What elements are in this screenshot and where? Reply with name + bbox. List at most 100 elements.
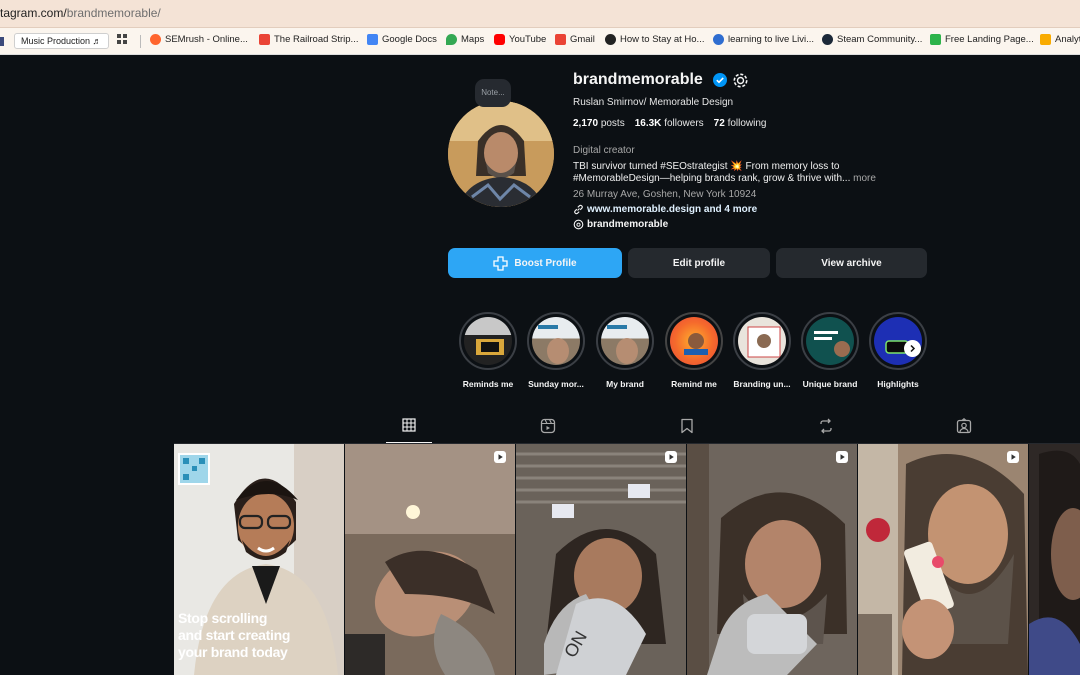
steam-icon [822, 34, 833, 45]
tagged-icon [956, 418, 972, 434]
bookmark-learning[interactable]: learning to live Livi... [713, 34, 814, 45]
bookmark-analytics[interactable]: Analyt [1040, 34, 1080, 45]
profile-avatar[interactable] [448, 101, 554, 207]
following-stat[interactable]: 72 following [714, 118, 767, 129]
edit-profile-button[interactable]: Edit profile [628, 248, 770, 278]
post-tile[interactable] [858, 444, 1028, 675]
highlight-label: Remind me [671, 379, 717, 389]
post-caption-line: your brand today [178, 644, 288, 660]
threads-icon [573, 219, 584, 230]
boost-plus-icon [493, 255, 509, 271]
highlight-cover [869, 312, 927, 370]
bookmark-edge-icon[interactable] [0, 37, 4, 46]
highlight-cover [801, 312, 859, 370]
profile-link[interactable]: www.memorable.design and 4 more [573, 204, 757, 215]
highlight-cover [527, 312, 585, 370]
post-tile[interactable] [345, 444, 515, 675]
following-count: 72 [713, 118, 725, 129]
analytics-icon [1040, 34, 1051, 45]
highlight-cover [733, 312, 791, 370]
followers-label: followers [664, 118, 704, 129]
followers-count: 16.3K [634, 118, 662, 129]
tab-reels[interactable] [525, 418, 571, 443]
reel-badge-icon [1007, 451, 1019, 463]
profile-bio-line1: TBI survivor turned #SEOstrategist 💥 Fro… [573, 161, 840, 172]
note-bubble[interactable]: Note... [475, 79, 511, 107]
followers-stat[interactable]: 16.3K followers [635, 118, 704, 129]
bookmark-maps[interactable]: Maps [446, 34, 484, 45]
tab-reposts[interactable] [803, 418, 849, 443]
post-tile[interactable]: ON [516, 444, 686, 675]
threads-link[interactable]: brandmemorable [573, 219, 668, 230]
post-tile[interactable] [687, 444, 857, 675]
highlight-thumbnail [538, 325, 569, 364]
maps-pin-icon [446, 34, 457, 45]
highlight-item[interactable]: Reminds me [458, 312, 518, 389]
profile-username: brandmemorable [573, 71, 703, 88]
highlight-item[interactable]: My brand [595, 312, 655, 389]
highlights-next-button[interactable] [904, 340, 921, 357]
bookmark-google-docs[interactable]: Google Docs [367, 34, 437, 45]
posts-label: posts [600, 118, 625, 129]
bookmark-steam[interactable]: Steam Community... [822, 34, 922, 45]
semrush-icon [150, 34, 161, 45]
bookmark-railroad[interactable]: The Railroad Strip... [259, 34, 358, 45]
bookmark-music-production[interactable]: Music Production ♬ [14, 33, 109, 49]
bookmark-how-to-stay[interactable]: How to Stay at Ho... [605, 34, 704, 45]
bookmark-youtube[interactable]: YouTube [494, 34, 546, 45]
tab-saved[interactable] [664, 418, 710, 443]
browser-address-bar[interactable]: tagram.com/brandmemorable/ [0, 0, 1080, 28]
profile-category: Digital creator [573, 145, 635, 156]
highlight-item[interactable]: Unique brand [800, 312, 860, 389]
highlight-item[interactable]: Remind me [664, 312, 724, 389]
profile-bio-line2: #MemorableDesign—helping brands rank, gr… [573, 173, 876, 184]
posts-count: 2,170 [573, 118, 599, 129]
view-archive-button[interactable]: View archive [776, 248, 927, 278]
settings-gear-icon[interactable] [732, 72, 749, 89]
bio-text: #MemorableDesign—helping brands rank, gr… [573, 173, 851, 184]
tab-tagged[interactable] [941, 418, 987, 443]
bookmark-gmail[interactable]: Gmail [555, 34, 595, 45]
boost-profile-label: Boost Profile [514, 257, 577, 269]
profile-address: 26 Murray Ave, Goshen, New York 10924 [573, 189, 757, 200]
post-tile[interactable]: Stop scrolling and start creating your b… [174, 444, 344, 675]
bookmark-separator [140, 35, 141, 48]
reels-icon [540, 418, 556, 434]
post-image [1029, 444, 1080, 675]
reel-badge-icon [665, 451, 677, 463]
post-image: ON [516, 444, 686, 675]
post-image [345, 444, 515, 675]
profile-link-text: www.memorable.design and 4 more [587, 204, 758, 215]
posts-stat: 2,170 posts [573, 118, 625, 129]
bookmark-semrush[interactable]: SEMrush - Online... [150, 34, 248, 45]
highlight-label: Unique brand [802, 379, 858, 389]
threads-handle: brandmemorable [587, 219, 669, 230]
apps-grid-icon[interactable] [117, 34, 128, 45]
highlight-cover [596, 312, 654, 370]
highlight-cover [665, 312, 723, 370]
tab-posts[interactable] [386, 418, 432, 443]
highlight-label: Highlights [877, 379, 919, 389]
avatar-photo [448, 101, 554, 207]
gmail-icon [259, 34, 270, 45]
profile-stats: 2,170 posts 16.3K followers 72 following [573, 118, 766, 129]
repost-icon [820, 418, 832, 434]
url-text[interactable]: tagram.com/brandmemorable/ [0, 6, 161, 20]
gmail-icon [555, 34, 566, 45]
post-tile[interactable] [1029, 444, 1080, 675]
url-path: brandmemorable/ [66, 6, 161, 20]
boost-profile-button[interactable]: Boost Profile [448, 248, 622, 278]
highlight-item[interactable]: Sunday mor... [526, 312, 586, 389]
chat-icon [930, 34, 941, 45]
post-caption-line: Stop scrolling [178, 610, 268, 626]
link-icon [574, 204, 583, 215]
highlight-thumbnail [607, 325, 638, 364]
chevron-right-icon [910, 344, 916, 353]
highlight-item[interactable]: Branding un... [732, 312, 792, 389]
bookmark-landing-page[interactable]: Free Landing Page... [930, 34, 1034, 45]
highlight-thumbnail [747, 326, 781, 358]
highlight-label: Branding un... [733, 379, 791, 389]
bio-more-link[interactable]: more [853, 173, 876, 184]
post-image [687, 444, 857, 675]
url-domain: tagram.com/ [0, 6, 67, 20]
